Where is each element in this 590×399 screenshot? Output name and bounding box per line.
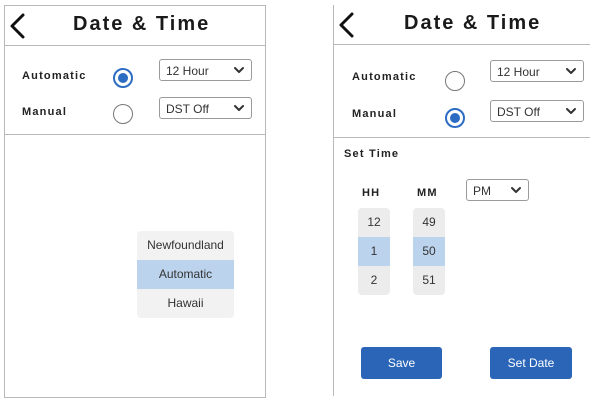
chevron-down-icon (234, 67, 244, 73)
time-format-select[interactable]: 12 Hour (490, 60, 584, 82)
section-divider (334, 137, 590, 138)
minute-option-selected[interactable]: 50 (413, 237, 445, 266)
save-button[interactable]: Save (361, 347, 442, 379)
time-format-select[interactable]: 12 Hour (159, 59, 252, 81)
timezone-option-newfoundland[interactable]: Newfoundland (137, 231, 234, 260)
hour-spinner[interactable]: 12 1 2 (358, 208, 390, 295)
header: Date & Time (334, 5, 590, 45)
automatic-radio[interactable] (445, 71, 465, 91)
manual-label: Manual (22, 106, 68, 118)
dst-select[interactable]: DST Off (159, 97, 252, 119)
ampm-value: PM (473, 184, 491, 198)
ampm-select[interactable]: PM (466, 179, 529, 201)
time-format-value: 12 Hour (166, 64, 209, 78)
hour-option[interactable]: 12 (358, 208, 390, 237)
manual-radio[interactable] (445, 108, 465, 128)
chevron-down-icon (566, 68, 576, 74)
automatic-radio[interactable] (113, 68, 133, 88)
minute-column-label: MM (417, 187, 438, 199)
timezone-option-automatic[interactable]: Automatic (137, 260, 234, 289)
timezone-option-hawaii[interactable]: Hawaii (137, 289, 234, 318)
chevron-down-icon (511, 187, 521, 193)
dst-value: DST Off (497, 105, 540, 119)
hour-option-selected[interactable]: 1 (358, 237, 390, 266)
manual-radio[interactable] (113, 104, 133, 124)
set-date-button[interactable]: Set Date (490, 347, 572, 379)
back-button[interactable] (336, 11, 360, 39)
dst-select[interactable]: DST Off (490, 100, 584, 122)
chevron-left-icon (339, 12, 354, 38)
hour-column-label: HH (362, 187, 381, 199)
header: Date & Time (5, 6, 265, 46)
automatic-label: Automatic (352, 71, 417, 83)
automatic-label: Automatic (22, 70, 87, 82)
minute-option[interactable]: 51 (413, 266, 445, 295)
chevron-left-icon (10, 13, 25, 39)
page-title: Date & Time (73, 13, 211, 35)
timezone-dropdown[interactable]: Newfoundland Automatic Hawaii (137, 231, 234, 318)
date-time-screen-manual: Date & Time Automatic 12 Hour Manual DST… (333, 5, 590, 396)
header-divider (5, 45, 265, 46)
time-format-value: 12 Hour (497, 65, 540, 79)
back-button[interactable] (7, 12, 31, 40)
dst-value: DST Off (166, 102, 209, 116)
set-time-label: Set Time (344, 148, 400, 160)
chevron-down-icon (566, 108, 576, 114)
minute-option[interactable]: 49 (413, 208, 445, 237)
section-divider (5, 134, 265, 135)
manual-label: Manual (352, 108, 398, 120)
header-divider (334, 44, 590, 45)
hour-option[interactable]: 2 (358, 266, 390, 295)
page-title: Date & Time (404, 12, 542, 34)
date-time-screen-automatic: Date & Time Automatic 12 Hour Manual DST… (4, 5, 266, 398)
minute-spinner[interactable]: 49 50 51 (413, 208, 445, 295)
chevron-down-icon (234, 105, 244, 111)
